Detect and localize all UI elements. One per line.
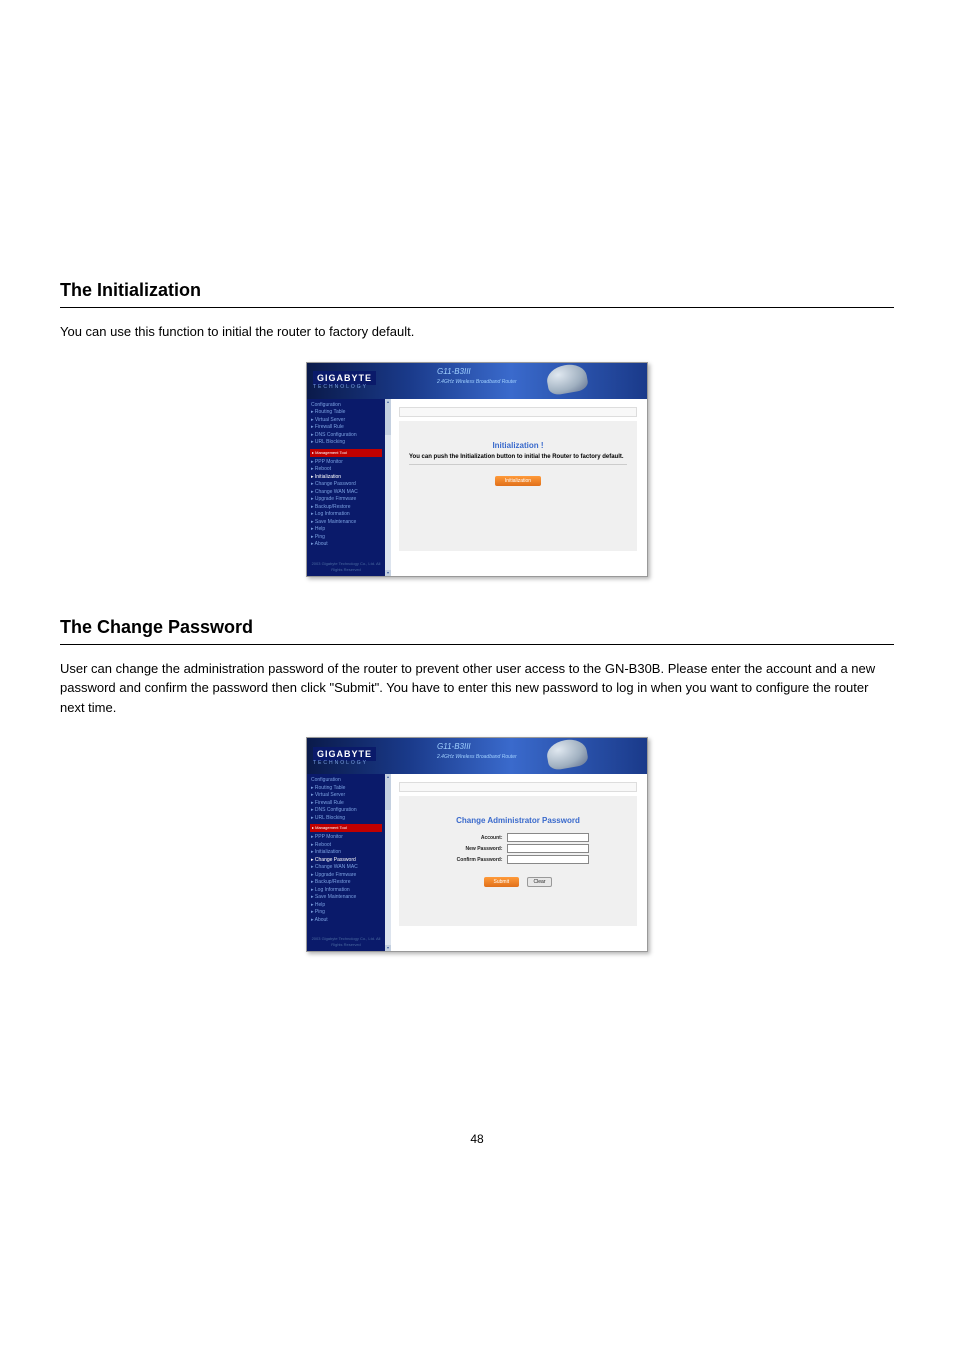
divider [60,307,894,308]
sidebar-item[interactable]: ▸ PPP Monitor [310,459,382,467]
logo: GIGABYTE [313,747,376,761]
sidebar-item[interactable]: ▸ Initialization [310,849,382,857]
sidebar: Configuration ▸ Routing Table ▸ Virtual … [307,399,385,576]
confirm-password-label: Confirm Password: [448,857,503,863]
sidebar-item[interactable]: ▸ Firewall Rule [310,424,382,432]
sidebar-item[interactable]: ▸ Ping [310,534,382,542]
sidebar-item[interactable]: ▸ Help [310,526,382,534]
sidebar-item[interactable]: ▸ Log Information [310,511,382,519]
sidebar-item[interactable]: ▸ Save Maintenance [310,519,382,527]
sidebar-footer: 2003 Gigabyte Technology Co., Ltd. All R… [310,561,382,573]
sidebar-item[interactable]: ▸ Change WAN MAC [310,489,382,497]
sidebar-item[interactable]: ▸ Upgrade Firmware [310,872,382,880]
section-title-initialization: The Initialization [60,280,894,301]
sidebar-item[interactable]: ▸ Virtual Server [310,417,382,425]
section-body-change-password: User can change the administration passw… [60,659,894,718]
sidebar-item[interactable]: ▸ Backup/Restore [310,879,382,887]
sidebar-item[interactable]: ▸ Backup/Restore [310,504,382,512]
sidebar-item[interactable]: ▸ Change WAN MAC [310,864,382,872]
sidebar-item[interactable]: ▸ Help [310,902,382,910]
section-body-initialization: You can use this function to initial the… [60,322,894,342]
sidebar-item[interactable]: ▸ DNS Configuration [310,432,382,440]
sidebar-item[interactable]: ▸ Ping [310,909,382,917]
confirm-password-input[interactable] [507,855,589,864]
account-input[interactable] [507,833,589,842]
main-content: Initialization ! You can push the Initia… [391,401,645,574]
product-name: G11-B3III 2.4GHz Wireless Broadband Rout… [437,742,517,760]
sidebar-item[interactable]: Configuration [310,777,382,785]
sidebar-item[interactable]: ▸ URL Blocking [310,815,382,823]
sidebar-item-active[interactable]: ▸ Initialization [310,474,382,482]
screenshot-initialization: GIGABYTE TECHNOLOGY G11-B3III 2.4GHz Wir… [60,362,894,577]
content-header-strip [399,782,637,792]
sidebar-item[interactable]: ▸ Save Maintenance [310,894,382,902]
sidebar-item[interactable]: ▸ Change Password [310,481,382,489]
section-title-change-password: The Change Password [60,617,894,638]
sidebar-item[interactable]: ▸ About [310,541,382,549]
divider [60,644,894,645]
sidebar-item[interactable]: ▸ About [310,917,382,925]
account-label: Account: [448,835,503,841]
sidebar-item[interactable]: ▸ URL Blocking [310,439,382,447]
sidebar: Configuration ▸ Routing Table ▸ Virtual … [307,774,385,951]
router-image [545,361,589,396]
sidebar-item[interactable]: ▸ Reboot [310,842,382,850]
sidebar-item[interactable]: ▸ Upgrade Firmware [310,496,382,504]
sidebar-section-header: ▸ Management Tool [310,824,382,832]
initialization-button[interactable]: Initialization [495,476,541,486]
sidebar-item[interactable]: ▸ PPP Monitor [310,834,382,842]
sidebar-item[interactable]: ▸ Firewall Rule [310,800,382,808]
sidebar-item[interactable]: ▸ Routing Table [310,785,382,793]
content-header-strip [399,407,637,417]
page-number: 48 [60,1132,894,1146]
sidebar-section-header: ▸ Management Tool [310,449,382,457]
sidebar-item[interactable]: ▸ Virtual Server [310,792,382,800]
submit-button[interactable]: Submit [484,877,520,887]
main-content: Change Administrator Password Account: N… [391,776,645,949]
product-name: G11-B3III 2.4GHz Wireless Broadband Rout… [437,367,517,385]
panel-text: You can push the Initialization button t… [409,454,627,465]
sidebar-item[interactable]: Configuration [310,402,382,410]
router-image [545,737,589,772]
panel-title: Initialization ! [409,441,627,450]
banner: GIGABYTE TECHNOLOGY G11-B3III 2.4GHz Wir… [307,738,647,774]
panel-title: Change Administrator Password [409,816,627,825]
sidebar-item[interactable]: ▸ DNS Configuration [310,807,382,815]
logo-sub: TECHNOLOGY [313,760,376,766]
sidebar-item[interactable]: ▸ Log Information [310,887,382,895]
sidebar-footer: 2003 Gigabyte Technology Co., Ltd. All R… [310,936,382,948]
screenshot-change-password: GIGABYTE TECHNOLOGY G11-B3III 2.4GHz Wir… [60,737,894,952]
sidebar-item[interactable]: ▸ Routing Table [310,409,382,417]
logo-sub: TECHNOLOGY [313,384,376,390]
new-password-label: New Password: [448,846,503,852]
clear-button[interactable]: Clear [527,877,553,887]
sidebar-item-active[interactable]: ▸ Change Password [310,857,382,865]
banner: GIGABYTE TECHNOLOGY G11-B3III 2.4GHz Wir… [307,363,647,399]
new-password-input[interactable] [507,844,589,853]
sidebar-item[interactable]: ▸ Reboot [310,466,382,474]
logo: GIGABYTE [313,371,376,385]
